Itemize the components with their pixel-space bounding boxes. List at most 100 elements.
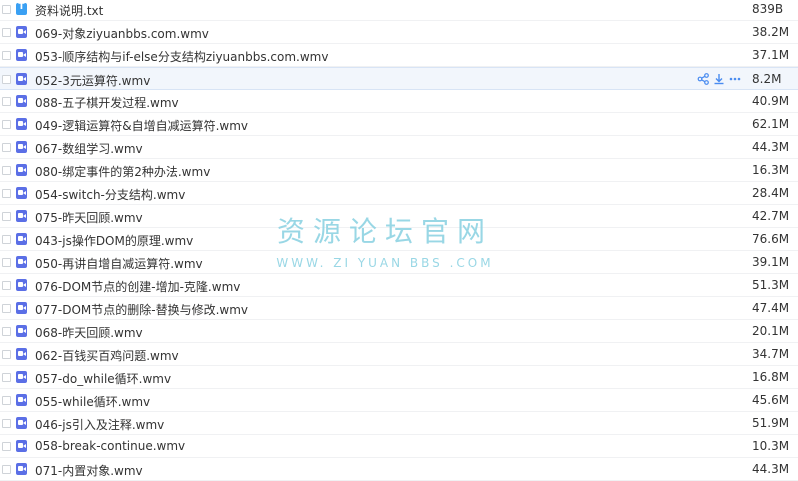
row-checkbox[interactable] <box>2 396 11 405</box>
file-row[interactable]: 071-内置对象.wmv 44.3M <box>0 458 798 481</box>
file-row[interactable]: 046-js引入及注释.wmv 51.9M <box>0 412 798 435</box>
file-name[interactable]: 071-内置对象.wmv <box>35 462 143 479</box>
file-name[interactable]: 069-对象ziyuanbbs.com.wmv <box>35 25 209 42</box>
file-name[interactable]: 075-昨天回顾.wmv <box>35 209 143 226</box>
file-row[interactable]: 资料说明.txt 839B <box>0 0 798 21</box>
file-name[interactable]: 088-五子棋开发过程.wmv <box>35 94 179 111</box>
row-checkbox[interactable] <box>2 143 11 152</box>
row-checkbox[interactable] <box>2 212 11 221</box>
file-row[interactable]: 088-五子棋开发过程.wmv 40.9M <box>0 90 798 113</box>
row-checkbox[interactable] <box>2 75 11 84</box>
row-checkbox[interactable] <box>2 419 11 428</box>
video-file-icon <box>16 256 27 268</box>
file-name[interactable]: 076-DOM节点的创建-增加-克隆.wmv <box>35 278 240 295</box>
file-name[interactable]: 053-顺序结构与if-else分支结构ziyuanbbs.com.wmv <box>35 48 328 65</box>
file-row[interactable]: 043-js操作DOM的原理.wmv 76.6M <box>0 228 798 251</box>
file-name[interactable]: 049-逻辑运算符&自增自减运算符.wmv <box>35 117 248 134</box>
file-name[interactable]: 043-js操作DOM的原理.wmv <box>35 232 193 249</box>
video-file-icon <box>16 26 27 38</box>
row-checkbox[interactable] <box>2 235 11 244</box>
row-checkbox[interactable] <box>2 97 11 106</box>
video-file-icon <box>16 463 27 475</box>
row-checkbox[interactable] <box>2 442 11 451</box>
file-row[interactable]: 057-do_while循环.wmv 16.8M <box>0 366 798 389</box>
file-size: 45.6M <box>752 393 790 407</box>
file-name[interactable]: 067-数组学习.wmv <box>35 140 143 157</box>
file-size: 62.1M <box>752 117 790 131</box>
file-size: 51.9M <box>752 416 790 430</box>
file-size: 44.3M <box>752 462 790 476</box>
file-row[interactable]: 049-逻辑运算符&自增自减运算符.wmv 62.1M <box>0 113 798 136</box>
video-file-icon <box>16 49 27 61</box>
row-checkbox[interactable] <box>2 189 11 198</box>
file-row[interactable]: 062-百钱买百鸡问题.wmv 34.7M <box>0 343 798 366</box>
file-row[interactable]: 067-数组学习.wmv 44.3M <box>0 136 798 159</box>
file-row[interactable]: 050-再讲自增自减运算符.wmv 39.1M <box>0 251 798 274</box>
share-icon[interactable] <box>697 73 709 85</box>
video-file-icon <box>16 394 27 406</box>
row-checkbox[interactable] <box>2 373 11 382</box>
file-row[interactable]: 069-对象ziyuanbbs.com.wmv 38.2M <box>0 21 798 44</box>
file-name[interactable]: 068-昨天回顾.wmv <box>35 324 143 341</box>
row-checkbox[interactable] <box>2 304 11 313</box>
row-checkbox[interactable] <box>2 327 11 336</box>
video-file-icon <box>16 164 27 176</box>
file-name[interactable]: 080-绑定事件的第2种办法.wmv <box>35 163 210 180</box>
file-name[interactable]: 050-再讲自增自减运算符.wmv <box>35 255 203 272</box>
file-size: 37.1M <box>752 48 790 62</box>
file-row[interactable]: 080-绑定事件的第2种办法.wmv 16.3M <box>0 159 798 182</box>
text-file-icon <box>16 2 27 15</box>
video-file-icon <box>16 187 27 199</box>
row-checkbox[interactable] <box>2 281 11 290</box>
file-size: 51.3M <box>752 278 790 292</box>
file-row[interactable]: 058-break-continue.wmv 10.3M <box>0 435 798 458</box>
file-name[interactable]: 资料说明.txt <box>35 2 103 19</box>
row-checkbox[interactable] <box>2 166 11 175</box>
file-size: 38.2M <box>752 25 790 39</box>
file-list: 资料说明.txt 839B 069-对象ziyuanbbs.com.wmv 38.2M… <box>0 0 798 481</box>
file-name[interactable]: 077-DOM节点的删除-替换与修改.wmv <box>35 301 248 318</box>
video-file-icon <box>16 348 27 360</box>
video-file-icon <box>16 141 27 153</box>
file-size: 16.8M <box>752 370 790 384</box>
video-file-icon <box>16 371 27 383</box>
row-checkbox[interactable] <box>2 120 11 129</box>
file-size: 10.3M <box>752 439 790 453</box>
row-checkbox[interactable] <box>2 258 11 267</box>
file-name[interactable]: 054-switch-分支结构.wmv <box>35 186 185 203</box>
file-row[interactable]: 052-3元运算符.wmv 8.2M <box>0 67 798 90</box>
file-row[interactable]: 068-昨天回顾.wmv 20.1M <box>0 320 798 343</box>
file-name[interactable]: 052-3元运算符.wmv <box>35 72 150 89</box>
video-file-icon <box>16 210 27 222</box>
download-icon[interactable] <box>713 73 725 85</box>
file-row[interactable]: 076-DOM节点的创建-增加-克隆.wmv 51.3M <box>0 274 798 297</box>
file-name[interactable]: 055-while循环.wmv <box>35 393 150 410</box>
row-checkbox[interactable] <box>2 5 11 14</box>
file-row[interactable]: 077-DOM节点的删除-替换与修改.wmv 47.4M <box>0 297 798 320</box>
file-size: 76.6M <box>752 232 790 246</box>
file-row[interactable]: 053-顺序结构与if-else分支结构ziyuanbbs.com.wmv 37.… <box>0 44 798 67</box>
file-size: 28.4M <box>752 186 790 200</box>
file-size: 42.7M <box>752 209 790 223</box>
video-file-icon <box>16 118 27 130</box>
row-checkbox[interactable] <box>2 350 11 359</box>
video-file-icon <box>16 233 27 245</box>
more-icon[interactable] <box>729 73 741 85</box>
row-checkbox[interactable] <box>2 28 11 37</box>
file-row[interactable]: 054-switch-分支结构.wmv 28.4M <box>0 182 798 205</box>
video-file-icon <box>16 417 27 429</box>
file-name[interactable]: 062-百钱买百鸡问题.wmv <box>35 347 179 364</box>
file-row[interactable]: 075-昨天回顾.wmv 42.7M <box>0 205 798 228</box>
video-file-icon <box>16 279 27 291</box>
file-size: 839B <box>752 2 784 16</box>
row-checkbox[interactable] <box>2 465 11 474</box>
video-file-icon <box>16 95 27 107</box>
file-name[interactable]: 057-do_while循环.wmv <box>35 370 171 387</box>
file-size: 8.2M <box>752 72 782 86</box>
file-name[interactable]: 058-break-continue.wmv <box>35 439 185 453</box>
file-name[interactable]: 046-js引入及注释.wmv <box>35 416 164 433</box>
file-size: 47.4M <box>752 301 790 315</box>
row-checkbox[interactable] <box>2 51 11 60</box>
file-row[interactable]: 055-while循环.wmv 45.6M <box>0 389 798 412</box>
file-size: 40.9M <box>752 94 790 108</box>
